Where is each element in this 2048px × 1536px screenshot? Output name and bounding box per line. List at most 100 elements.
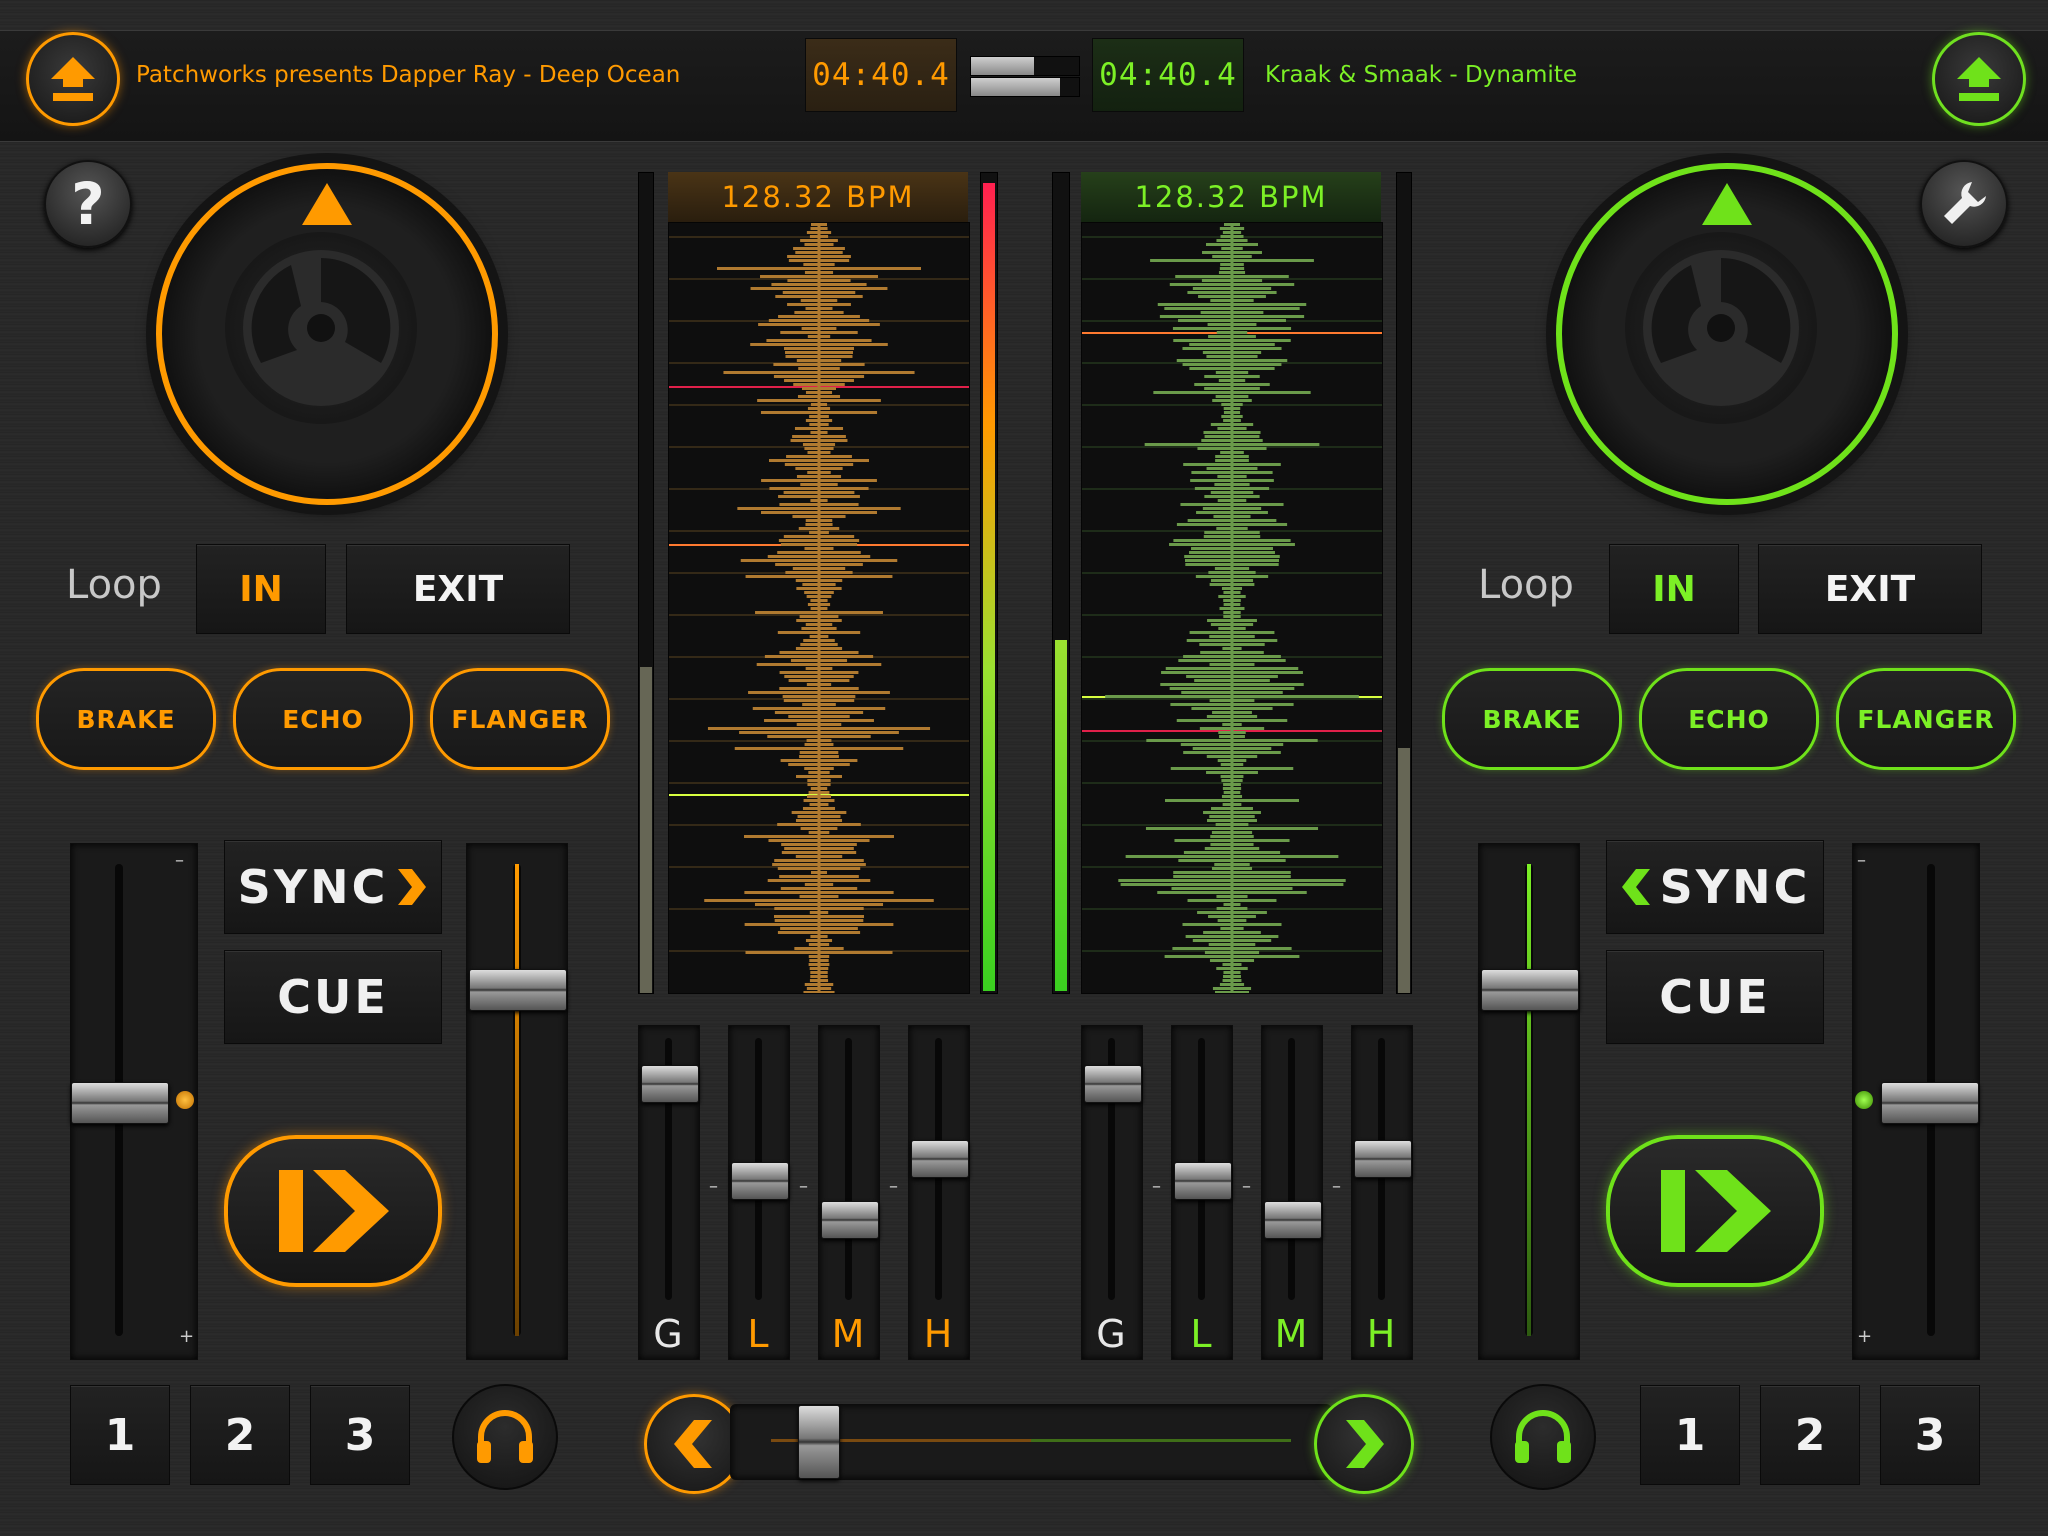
right-eq-h-slider[interactable]: –: [1332, 1025, 1413, 1360]
right-eq-m-knob[interactable]: [1264, 1200, 1322, 1239]
record-hub-icon: [1625, 232, 1817, 424]
left-loop-in-button[interactable]: IN: [196, 544, 326, 634]
right-eq-l-slider[interactable]: –: [1152, 1025, 1233, 1360]
left-volume-knob[interactable]: [469, 968, 567, 1011]
left-eq-l-knob[interactable]: [731, 1162, 789, 1201]
wrench-icon: [1944, 182, 1986, 224]
left-master-level: [970, 56, 1080, 76]
right-flanger-button[interactable]: FLANGER: [1836, 668, 2016, 770]
right-sync-label: SYNC: [1659, 860, 1811, 914]
right-eq-m-slider[interactable]: –: [1242, 1025, 1323, 1360]
left-cue-button[interactable]: CUE: [224, 950, 442, 1044]
right-sync-button[interactable]: SYNC: [1606, 840, 1824, 934]
left-level-meter: [980, 172, 998, 994]
right-eq-g-slider[interactable]: [1081, 1025, 1143, 1360]
left-eq-h-slider[interactable]: –: [889, 1025, 970, 1360]
left-jog-wheel[interactable]: [156, 163, 498, 505]
left-eject-button[interactable]: [26, 32, 120, 126]
crossfader-right-button[interactable]: [1314, 1394, 1414, 1494]
crossfader-left-button[interactable]: [644, 1394, 744, 1494]
left-volume-fader[interactable]: [466, 843, 568, 1360]
right-loop-label: Loop: [1478, 562, 1574, 608]
left-eq-l-label: L: [747, 1312, 769, 1356]
headphones-icon: [1515, 1410, 1571, 1463]
right-master-level: [970, 77, 1080, 97]
right-bpm-display: 128.32 BPM: [1081, 172, 1381, 222]
chevron-left-icon: [674, 1420, 712, 1468]
right-echo-button[interactable]: ECHO: [1639, 668, 1819, 770]
right-pitch-center-led: [1855, 1091, 1873, 1109]
left-hotcue-3[interactable]: 3: [310, 1385, 410, 1485]
left-track-title: Patchworks presents Dapper Ray - Deep Oc…: [136, 62, 681, 88]
left-eq-m-knob[interactable]: [821, 1200, 879, 1239]
right-cue-button[interactable]: CUE: [1606, 950, 1824, 1044]
right-headphones-button[interactable]: [1490, 1384, 1596, 1490]
right-pitch-plus: +: [1857, 1326, 1873, 1347]
right-track-title: Kraak & Smaak - Dynamite: [1265, 62, 1577, 88]
left-headphones-button[interactable]: [452, 1384, 558, 1490]
left-time-display: 04:40.4: [805, 38, 957, 112]
left-eq-h-knob[interactable]: [911, 1139, 969, 1178]
right-eq-h-knob[interactable]: [1354, 1139, 1412, 1178]
right-platter-marker: [1702, 183, 1752, 225]
right-play-button[interactable]: [1606, 1135, 1824, 1287]
left-brake-button[interactable]: BRAKE: [36, 668, 216, 770]
left-eq-g-knob[interactable]: [641, 1065, 699, 1104]
right-eject-button[interactable]: [1932, 32, 2026, 126]
right-loop-in-button[interactable]: IN: [1609, 544, 1739, 634]
help-button[interactable]: ?: [44, 160, 132, 248]
right-eq-m-label: M: [1274, 1312, 1308, 1356]
left-pitch-plus: +: [179, 1326, 195, 1347]
left-volume-glow: [515, 864, 519, 1336]
left-hotcue-1[interactable]: 1: [70, 1385, 170, 1485]
left-loop-label: Loop: [66, 562, 162, 608]
right-hotcue-3[interactable]: 3: [1880, 1385, 1980, 1485]
right-position-bar: [1396, 172, 1412, 994]
right-pitch-minus: –: [1857, 850, 1866, 871]
left-cue-label: CUE: [277, 970, 389, 1024]
headphones-icon: [477, 1410, 533, 1463]
right-jog-wheel[interactable]: [1556, 163, 1898, 505]
right-hotcue-2[interactable]: 2: [1760, 1385, 1860, 1485]
left-pitch-knob[interactable]: [71, 1082, 169, 1124]
left-pitch-minus: –: [175, 850, 184, 871]
right-eq-l-knob[interactable]: [1174, 1162, 1232, 1201]
right-time-display: 04:40.4: [1092, 38, 1244, 112]
crossfader[interactable]: [730, 1404, 1332, 1480]
record-hub-icon: [225, 232, 417, 424]
right-hotcue-1[interactable]: 1: [1640, 1385, 1740, 1485]
right-cue-label: CUE: [1659, 970, 1771, 1024]
right-waveform[interactable]: [1081, 222, 1383, 994]
right-eq-l-label: L: [1190, 1312, 1212, 1356]
left-position-bar: [638, 172, 654, 994]
right-loop-exit-button[interactable]: EXIT: [1758, 544, 1982, 634]
right-eq-h-label: H: [1366, 1312, 1396, 1356]
left-flanger-button[interactable]: FLANGER: [430, 668, 610, 770]
left-sync-label: SYNC: [237, 860, 389, 914]
play-cue-icon: [1661, 1170, 1771, 1252]
play-cue-icon: [279, 1170, 389, 1252]
left-waveform[interactable]: [668, 222, 970, 994]
left-sync-button[interactable]: SYNC: [224, 840, 442, 934]
right-eq-g-knob[interactable]: [1084, 1065, 1142, 1104]
left-hotcue-2[interactable]: 2: [190, 1385, 290, 1485]
right-pitch-knob[interactable]: [1881, 1082, 1979, 1124]
left-eq-g-slider[interactable]: [638, 1025, 700, 1360]
left-loop-exit-button[interactable]: EXIT: [346, 544, 570, 634]
left-eq-g-label: G: [653, 1312, 683, 1356]
left-echo-button[interactable]: ECHO: [233, 668, 413, 770]
left-eq-m-slider[interactable]: –: [799, 1025, 880, 1360]
eject-icon: [1957, 57, 2001, 101]
right-brake-button[interactable]: BRAKE: [1442, 668, 1622, 770]
right-volume-knob[interactable]: [1481, 968, 1579, 1011]
settings-button[interactable]: [1920, 160, 2008, 248]
right-eq-g-label: G: [1096, 1312, 1126, 1356]
left-pitch-center-led: [176, 1091, 194, 1109]
left-eq-l-slider[interactable]: –: [709, 1025, 790, 1360]
crossfader-knob[interactable]: [798, 1405, 840, 1479]
chevron-right-icon: [1346, 1420, 1384, 1468]
right-volume-glow: [1527, 864, 1531, 1336]
left-eq-h-label: H: [923, 1312, 953, 1356]
left-play-button[interactable]: [224, 1135, 442, 1287]
right-volume-fader[interactable]: [1478, 843, 1580, 1360]
